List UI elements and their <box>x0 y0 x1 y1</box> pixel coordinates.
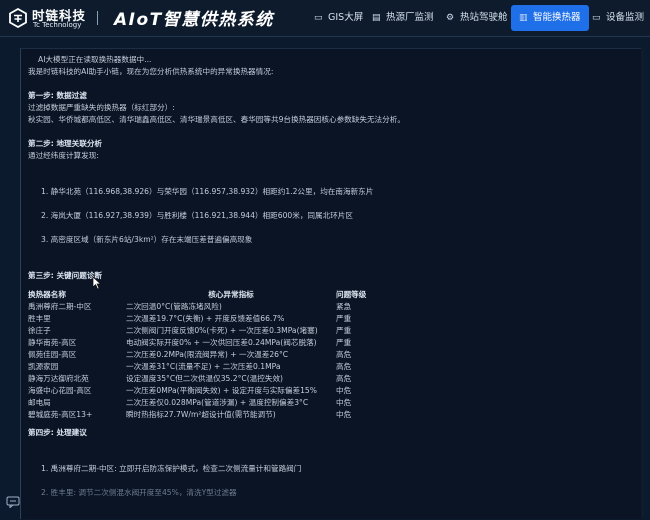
gear-icon: ⚙ <box>446 13 455 23</box>
severity-level: 紧急 <box>336 302 352 311</box>
table-row: 佩苑佳园-高区 二次压差0.2MPa(限流阀异常) + 一次温差26°C 高危 <box>28 349 396 361</box>
top-navigation-bar: 时链科技 Tc Technology AIoT智慧供热系统 ▭ GIS大屏 ▤ 热源… <box>0 0 650 37</box>
table-row: 海盛中心花园-高区 一次压差0MPa(平衡阀失效) + 设定开度与实际偏差15% 中… <box>28 385 396 397</box>
monitor-icon: ▭ <box>314 13 323 23</box>
nav-label: 热站驾驶舱 <box>460 12 508 23</box>
ai-report: AI大模型正在读取换热器数据中... 我是时链科技的AI助手小链，现在为您分析供… <box>28 54 638 499</box>
column-header: 问题等级 <box>336 289 367 299</box>
anomaly-indicator: 二次回温0°C(管路冻堵风险) <box>126 302 222 311</box>
step3-title: 第三步: 关键问题诊断 <box>28 271 103 280</box>
nav-label: 设备监测 <box>606 12 645 23</box>
table-row: 凯源家园 一次温差31°C(流量不足) + 二次压差0.1MPa 高危 <box>28 361 396 373</box>
exchanger-name: 海盛中心花园-高区 <box>28 386 92 395</box>
loading-status: AI大模型正在读取换热器数据中... <box>38 55 152 64</box>
anomaly-indicator: 二次温差19.7°C(失衡) + 开度反馈差值66.7% <box>126 314 285 323</box>
exchanger-name: 佩苑佳园-高区 <box>28 350 77 359</box>
exchanger-name: 胜丰里 <box>28 314 51 323</box>
table-header-row: 换热器名称 核心异常指标 问题等级 <box>28 288 396 301</box>
severity-level: 中危 <box>336 398 352 407</box>
severity-level: 严重 <box>336 314 352 323</box>
severity-level: 中危 <box>336 410 352 419</box>
chat-icon[interactable] <box>6 496 20 508</box>
anomaly-indicator: 二次侧阀门开度反馈0%(卡死) + 一次压差0.3MPa(堵塞) <box>126 326 318 335</box>
anomaly-indicator: 二次压差0.2MPa(限流阀异常) + 一次温差26°C <box>126 350 289 359</box>
table-row: 静华南苑-高区 电动阀实际开度0% + 一次供回压差0.24MPa(阀芯脱落) 严重 <box>28 337 396 349</box>
severity-level: 高危 <box>336 362 352 371</box>
ai-analysis-panel: AI大模型正在读取换热器数据中... 我是时链科技的AI助手小链，现在为您分析供… <box>20 48 643 519</box>
severity-level: 严重 <box>336 338 352 347</box>
nav-gis-screen[interactable]: ▭ GIS大屏 <box>314 5 363 31</box>
brand-name-en: Tc Technology <box>33 21 82 29</box>
nav-label: GIS大屏 <box>328 12 364 23</box>
mouse-cursor-icon <box>92 276 102 290</box>
table-row: 禹洲尊府二期-中区 二次回温0°C(管路冻堵风险) 紧急 <box>28 301 396 313</box>
nav-smart-heat-exchanger[interactable]: ▥ 智能换热器 <box>511 5 589 31</box>
step2-item: 1. 静华北苑（116.968,38.926）与荣华园（116.957,38.9… <box>41 187 374 196</box>
table-row: 徐庄子 二次侧阀门开度反馈0%(卡死) + 一次压差0.3MPa(堵塞) 严重 <box>28 325 396 337</box>
exchanger-name: 邮电局 <box>28 398 51 407</box>
step4-item: 1. 禹洲尊府二期-中区: 立即开启防冻保护模式，检查二次侧流量计和管路阀门 <box>41 464 302 473</box>
intro-text: 我是时链科技的AI助手小链，现在为您分析供热系统中的异常换热器情况: <box>28 67 274 76</box>
step1-line: 秋实园、华侨城都高低区、清华瑞鑫高低区、清华瑞景高低区、春华园等共9台换热器因核… <box>28 115 405 124</box>
anomaly-indicator: 电动阀实际开度0% + 一次供回压差0.24MPa(阀芯脱落) <box>126 338 317 347</box>
bar-chart-icon: ▥ <box>519 13 528 23</box>
diagnosis-table: 换热器名称 核心异常指标 问题等级 禹洲尊府二期-中区 二次回温0°C(管路冻堵风… <box>28 288 396 421</box>
table-row: 静海万达御府北苑 设定温度35°C但二次供温仅35.2°C(温控失效) 高危 <box>28 373 396 385</box>
step4-item: 2. 胜丰里: 调节二次侧混水阀开度至45%，清洗Y型过滤器 <box>41 488 237 497</box>
panel-scrollbar[interactable] <box>641 48 644 518</box>
column-header: 换热器名称 <box>28 289 66 299</box>
building-icon: ▤ <box>372 13 381 23</box>
anomaly-indicator: 二次压差仅0.028MPa(管道涉漏) + 温度控制偏差3°C <box>126 398 309 407</box>
anomaly-indicator: 瞬时热指标27.7W/m²超设计值(需节能调节) <box>126 410 276 419</box>
nav-heat-station-cockpit[interactable]: ⚙ 热站驾驶舱 <box>446 5 508 31</box>
severity-level: 中危 <box>336 386 352 395</box>
screen-icon: ▭ <box>592 13 601 23</box>
nav-label: 智能换热器 <box>533 12 581 23</box>
anomaly-indicator: 一次压差0MPa(平衡阀失效) + 设定开度与实际偏差15% <box>126 386 317 395</box>
severity-level: 高危 <box>336 374 352 383</box>
exchanger-name: 徐庄子 <box>28 326 51 335</box>
table-row: 胜丰里 二次温差19.7°C(失衡) + 开度反馈差值66.7% 严重 <box>28 313 396 325</box>
column-header: 核心异常指标 <box>208 289 254 299</box>
anomaly-indicator: 设定温度35°C但二次供温仅35.2°C(温控失效) <box>126 374 284 383</box>
company-logo-icon <box>9 8 27 28</box>
system-title: AIoT智慧供热系统 <box>114 10 274 30</box>
exchanger-name: 凯源家园 <box>28 362 59 371</box>
anomaly-indicator: 一次温差31°C(流量不足) + 二次压差0.1MPa <box>126 362 281 371</box>
exchanger-name: 静华南苑-高区 <box>28 338 77 347</box>
nav-label: 热源厂监测 <box>386 12 434 23</box>
step1-title: 第一步: 数据过滤 <box>28 91 87 100</box>
step2-item: 2. 海岚大厦（116.927,38.939）与胜利楼（116.921,38.9… <box>41 211 353 220</box>
exchanger-name: 禹洲尊府二期-中区 <box>28 302 92 311</box>
severity-level: 严重 <box>336 326 352 335</box>
step2-intro: 通过经纬度计算发现: <box>28 151 99 160</box>
table-row: 邮电局 二次压差仅0.028MPa(管道涉漏) + 温度控制偏差3°C 中危 <box>28 397 396 409</box>
exchanger-name: 静海万达御府北苑 <box>28 374 89 383</box>
nav-device-monitor[interactable]: ▭ 设备监测 <box>592 5 644 31</box>
exchanger-name: 碧城庭苑-高区13+ <box>28 410 93 419</box>
step4-title: 第四步: 处理建议 <box>28 428 87 437</box>
nav-heat-source-monitor[interactable]: ▤ 热源厂监测 <box>372 5 434 31</box>
severity-level: 高危 <box>336 350 352 359</box>
step2-title: 第二步: 地理关联分析 <box>28 139 103 148</box>
table-row: 碧城庭苑-高区13+ 瞬时热指标27.7W/m²超设计值(需节能调节) 中危 <box>28 409 396 421</box>
step2-item: 3. 高密度区域（新东片6站/3km²）存在末端压差普遍偏高现象 <box>41 235 253 244</box>
brand-divider <box>97 11 98 25</box>
step1-line: 过滤掉数据严重缺失的换热器（标红部分）: <box>28 103 175 112</box>
